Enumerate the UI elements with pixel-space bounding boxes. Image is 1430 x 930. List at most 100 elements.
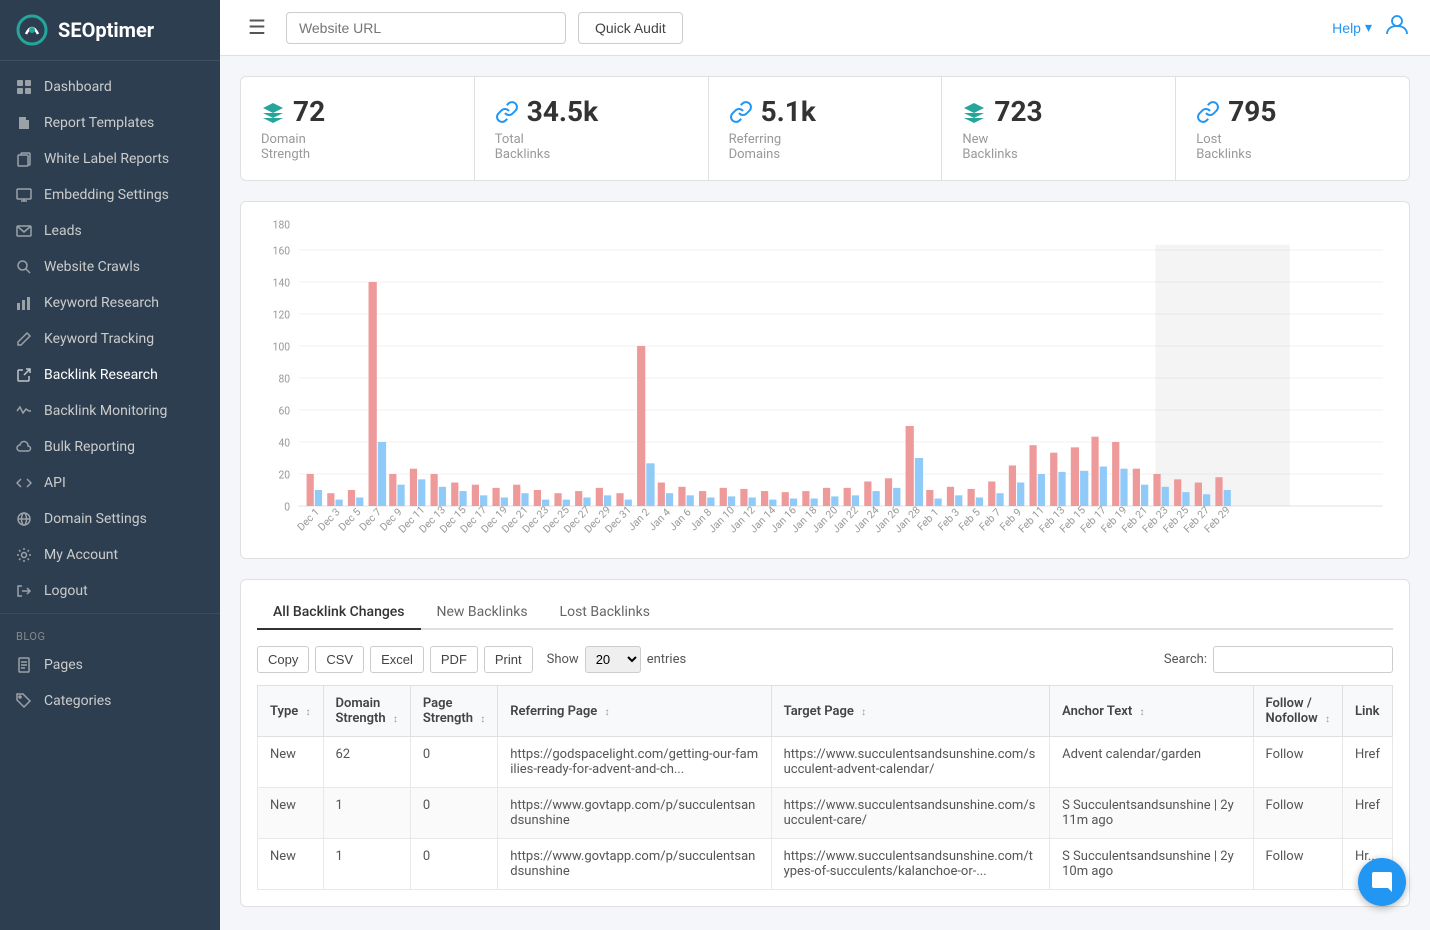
- svg-text:Jan 6: Jan 6: [667, 505, 694, 533]
- sidebar-item-categories[interactable]: Categories: [0, 683, 220, 719]
- sidebar-label-logout: Logout: [44, 583, 88, 599]
- sidebar-item-backlink-research[interactable]: Backlink Research: [0, 357, 220, 393]
- stat-domain-strength-value: 72: [293, 95, 325, 128]
- search-icon: [16, 259, 32, 275]
- sidebar-item-logout[interactable]: Logout: [0, 573, 220, 609]
- tab-new-backlinks[interactable]: New Backlinks: [421, 596, 544, 630]
- tag-icon: [16, 693, 32, 709]
- cell-referring-page[interactable]: https://www.govtapp.com/p/succulentsands…: [498, 839, 771, 890]
- entries-select[interactable]: 20 50 100: [585, 646, 641, 673]
- sidebar-item-keyword-tracking[interactable]: Keyword Tracking: [0, 321, 220, 357]
- sidebar-label-domain-settings: Domain Settings: [44, 511, 147, 527]
- cell-target-page[interactable]: https://www.succulentsandsunshine.com/su…: [771, 788, 1050, 839]
- sidebar-divider: [0, 613, 220, 614]
- stat-referring-domains-value: 5.1k: [761, 95, 816, 128]
- sidebar-item-dashboard[interactable]: Dashboard: [0, 69, 220, 105]
- tab-lost-backlinks[interactable]: Lost Backlinks: [544, 596, 666, 630]
- stat-domain-strength-label: DomainStrength: [261, 132, 454, 162]
- sidebar-item-website-crawls[interactable]: Website Crawls: [0, 249, 220, 285]
- cell-follow: Follow: [1253, 737, 1342, 788]
- backlinks-chart: 0 20 40 60 80 100 120 140 160 180: [257, 218, 1393, 538]
- sidebar-item-leads[interactable]: Leads: [0, 213, 220, 249]
- pages-icon: [16, 657, 32, 673]
- bar-chart-icon: [16, 295, 32, 311]
- sidebar-item-report-templates[interactable]: Report Templates: [0, 105, 220, 141]
- sidebar-item-domain-settings[interactable]: Domain Settings: [0, 501, 220, 537]
- stat-lost-backlinks-label: LostBacklinks: [1196, 132, 1389, 162]
- tabs-row: All Backlink Changes New Backlinks Lost …: [257, 596, 1393, 630]
- table-row: New 62 0 https://godspacelight.com/getti…: [258, 737, 1393, 788]
- sidebar-label-categories: Categories: [44, 693, 111, 709]
- sidebar-label-backlink-monitoring: Backlink Monitoring: [44, 403, 167, 419]
- sidebar-label-keyword-tracking: Keyword Tracking: [44, 331, 154, 347]
- copy-icon: [16, 151, 32, 167]
- tab-all-backlinks[interactable]: All Backlink Changes: [257, 596, 421, 630]
- chat-icon: [1370, 870, 1394, 894]
- grid-icon: [16, 79, 32, 95]
- sidebar-item-bulk-reporting[interactable]: Bulk Reporting: [0, 429, 220, 465]
- sidebar-label-website-crawls: Website Crawls: [44, 259, 140, 275]
- edit-icon: [16, 331, 32, 347]
- sidebar-item-backlink-monitoring[interactable]: Backlink Monitoring: [0, 393, 220, 429]
- cell-domain-strength: 1: [323, 839, 410, 890]
- cell-target-page[interactable]: https://www.succulentsandsunshine.com/su…: [771, 737, 1050, 788]
- entries-label: entries: [647, 652, 687, 667]
- content-area: 72 DomainStrength 34.5k TotalBacklinks 5…: [220, 56, 1430, 930]
- svg-text:160: 160: [273, 244, 290, 257]
- col-referring-page: Referring Page ↕: [498, 686, 771, 737]
- sidebar-label-white-label: White Label Reports: [44, 151, 169, 167]
- chat-button[interactable]: [1358, 858, 1406, 906]
- cell-referring-page[interactable]: https://godspacelight.com/getting-our-fa…: [498, 737, 771, 788]
- sidebar-item-api[interactable]: API: [0, 465, 220, 501]
- excel-button[interactable]: Excel: [370, 646, 424, 673]
- header: ☰ Quick Audit Help ▾: [220, 0, 1430, 56]
- url-input[interactable]: [286, 12, 566, 44]
- file-icon: [16, 115, 32, 131]
- cell-follow: Follow: [1253, 839, 1342, 890]
- cell-anchor-text: Advent calendar/garden: [1050, 737, 1253, 788]
- cell-follow: Follow: [1253, 788, 1342, 839]
- copy-button[interactable]: Copy: [257, 646, 309, 673]
- sidebar-item-keyword-research[interactable]: Keyword Research: [0, 285, 220, 321]
- print-button[interactable]: Print: [484, 646, 533, 673]
- cloud-icon: [16, 439, 32, 455]
- stat-referring-domains: 5.1k ReferringDomains: [709, 77, 943, 180]
- table-row: New 1 0 https://www.govtapp.com/p/succul…: [258, 788, 1393, 839]
- backlink-table-section: All Backlink Changes New Backlinks Lost …: [240, 579, 1410, 907]
- stat-lost-backlinks-value: 795: [1228, 95, 1276, 128]
- cell-link: Href: [1343, 737, 1393, 788]
- csv-button[interactable]: CSV: [315, 646, 364, 673]
- sidebar-item-embedding[interactable]: Embedding Settings: [0, 177, 220, 213]
- svg-text:Dec 7: Dec 7: [357, 505, 384, 533]
- data-table: Type ↕ DomainStrength ↕ PageStrength ↕ R…: [257, 685, 1393, 890]
- cell-target-page[interactable]: https://www.succulentsandsunshine.com/ty…: [771, 839, 1050, 890]
- svg-text:120: 120: [273, 308, 290, 321]
- col-follow: Follow /Nofollow ↕: [1253, 686, 1342, 737]
- svg-text:180: 180: [273, 219, 290, 232]
- sidebar-nav: Dashboard Report Templates White Label R…: [0, 61, 220, 930]
- pdf-button[interactable]: PDF: [430, 646, 478, 673]
- settings-icon: [16, 547, 32, 563]
- sidebar-label-embedding: Embedding Settings: [44, 187, 169, 203]
- cell-page-strength: 0: [410, 788, 497, 839]
- sidebar-label-dashboard: Dashboard: [44, 79, 112, 95]
- stat-total-backlinks-value: 34.5k: [527, 95, 598, 128]
- stat-new-backlinks-value: 723: [994, 95, 1042, 128]
- cell-anchor-text: S Succulentsandsunshine | 2y 11m ago: [1050, 788, 1253, 839]
- quick-audit-button[interactable]: Quick Audit: [578, 12, 683, 44]
- cell-referring-page[interactable]: https://www.govtapp.com/p/succulentsands…: [498, 788, 771, 839]
- sidebar-item-my-account[interactable]: My Account: [0, 537, 220, 573]
- svg-text:60: 60: [278, 404, 290, 417]
- cell-type: New: [258, 839, 324, 890]
- help-button[interactable]: Help ▾: [1332, 19, 1372, 36]
- sidebar-label-report-templates: Report Templates: [44, 115, 154, 131]
- svg-text:Feb 3: Feb 3: [935, 506, 962, 534]
- svg-text:100: 100: [273, 340, 290, 353]
- sidebar-item-white-label[interactable]: White Label Reports: [0, 141, 220, 177]
- logo-icon: [16, 14, 48, 46]
- search-input[interactable]: [1213, 646, 1393, 673]
- sidebar-label-keyword-research: Keyword Research: [44, 295, 159, 311]
- sidebar-item-pages[interactable]: Pages: [0, 647, 220, 683]
- user-icon-button[interactable]: [1384, 12, 1410, 44]
- menu-button[interactable]: ☰: [240, 11, 274, 44]
